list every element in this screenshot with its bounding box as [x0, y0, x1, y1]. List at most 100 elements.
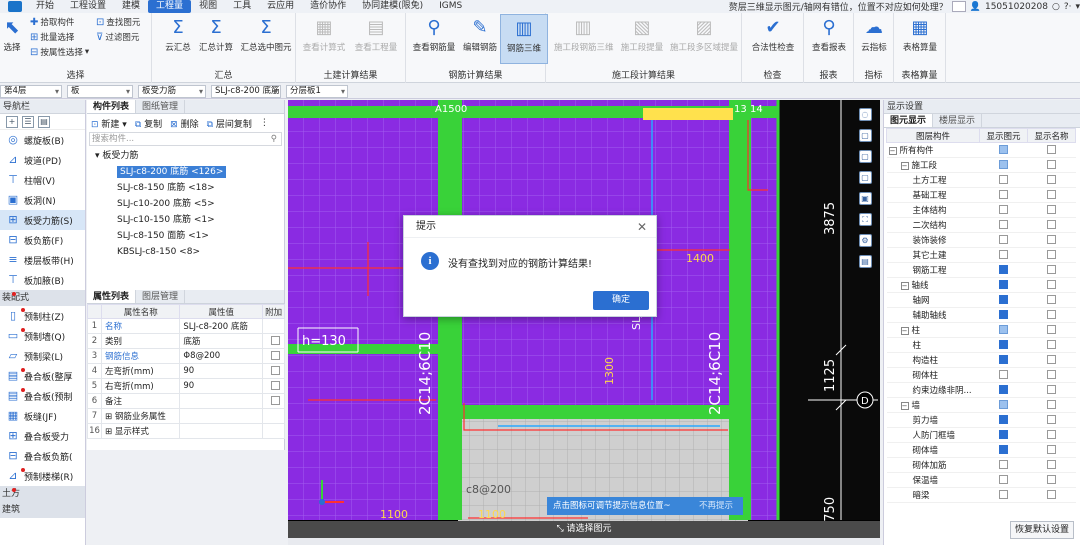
props-row-value[interactable]: 90 [179, 378, 264, 394]
nav-item[interactable]: ⊤ 板加腋(B) [0, 270, 85, 290]
summary-calc-button[interactable]: Σ 汇总计算 [192, 17, 240, 53]
tab-floor-display[interactable]: 楼层显示 [933, 114, 983, 127]
show-element-checkbox[interactable] [999, 310, 1008, 319]
help-question-text[interactable]: 赘层三维显示图元/轴网有错位，位置不对应如何处理？ [729, 0, 948, 13]
construction-rebar-3d-button[interactable]: ▥ 施工段钢筋三维 [554, 17, 614, 53]
cube-front-icon[interactable]: ▢ [858, 150, 872, 163]
show-name-checkbox[interactable] [1047, 475, 1056, 484]
tree-leaf[interactable]: SLJ-c8-150 底筋 <18> [87, 180, 284, 196]
layer-select[interactable]: 分层板1 [286, 85, 348, 98]
user-icon[interactable]: 👤 [970, 2, 981, 12]
extra-checkbox[interactable] [270, 366, 280, 375]
show-name-checkbox[interactable] [1047, 250, 1056, 259]
tree-leaf[interactable]: SLJ-c8-200 底筋 <126> [87, 164, 284, 180]
rotate-icon[interactable]: ◌ [858, 108, 872, 121]
rebar-3d-button[interactable]: ▥ 钢筋三维 [500, 14, 548, 64]
tab-drawing-manage[interactable]: 图纸管理 [136, 100, 186, 113]
drawing-canvas[interactable]: A1500 13 14 h=130 2C14;6C10 2C14;6C10 SL… [288, 100, 880, 545]
list-icon[interactable]: ☰ [22, 115, 34, 128]
validity-check-button[interactable]: ✔ 合法性检查 [746, 17, 800, 53]
nav-item[interactable]: ▱ 预制梁(L) [0, 346, 85, 366]
tip-bar[interactable]: 点击图标可调节提示信息位置~ 不再提示 [547, 497, 743, 515]
show-name-checkbox[interactable] [1047, 385, 1056, 394]
find-element-button[interactable]: ⊡ 查找图元 [96, 16, 140, 29]
cube-iso-icon[interactable]: ▣ [858, 192, 872, 205]
extra-checkbox[interactable] [270, 381, 280, 390]
show-element-checkbox[interactable] [999, 445, 1008, 454]
show-name-checkbox[interactable] [1047, 430, 1056, 439]
props-row-value[interactable] [179, 423, 264, 439]
show-element-checkbox[interactable] [999, 190, 1008, 199]
show-name-checkbox[interactable] [1047, 190, 1056, 199]
add-icon[interactable]: + [6, 115, 18, 128]
show-element-checkbox[interactable] [999, 175, 1008, 184]
show-element-checkbox[interactable] [999, 205, 1008, 214]
show-element-checkbox[interactable] [999, 430, 1008, 439]
detail-icon[interactable]: ▤ [38, 115, 50, 128]
show-name-checkbox[interactable] [1047, 220, 1056, 229]
show-name-checkbox[interactable] [1047, 160, 1056, 169]
select-button[interactable]: ⬉ 选择 [0, 17, 24, 53]
props-row-value[interactable] [179, 408, 264, 424]
props-row-value[interactable]: 90 [179, 363, 264, 379]
select-by-attr-button[interactable]: ⊟ 按属性选择 ▾ [30, 46, 89, 59]
extra-checkbox[interactable] [270, 396, 280, 405]
show-element-checkbox[interactable] [999, 325, 1008, 334]
props-row-value[interactable]: Φ8@200 [179, 348, 264, 364]
show-name-checkbox[interactable] [1047, 310, 1056, 319]
restore-default-button[interactable]: 恢复默认设置 [1010, 521, 1074, 539]
category-select[interactable]: 板受力筋 [138, 85, 206, 98]
show-name-checkbox[interactable] [1047, 325, 1056, 334]
show-name-checkbox[interactable] [1047, 460, 1056, 469]
nav-item[interactable]: ⊟ 板负筋(F) [0, 230, 85, 250]
minimize-icon[interactable]: ▾ [1075, 2, 1080, 12]
menu-quantity[interactable]: 工程量 [148, 0, 192, 13]
component-select[interactable]: SLJ-c8-200 底筋 [211, 85, 281, 98]
show-name-checkbox[interactable] [1047, 295, 1056, 304]
show-element-checkbox[interactable] [999, 490, 1008, 499]
show-element-checkbox[interactable] [999, 460, 1008, 469]
ok-button[interactable]: 确定 [593, 291, 649, 310]
props-row-value[interactable] [179, 393, 264, 409]
nav-item[interactable]: ⊿ 预制楼梯(R) [0, 466, 85, 486]
show-element-checkbox[interactable] [999, 145, 1008, 154]
show-name-checkbox[interactable] [1047, 340, 1056, 349]
nav-item[interactable]: ▤ 叠合板(整厚 [0, 366, 85, 386]
table-quantity-button[interactable]: ▦ 表格算量 [896, 17, 944, 53]
props-row-value[interactable]: SLJ-c8-200 底筋 [179, 318, 264, 334]
show-element-checkbox[interactable] [999, 235, 1008, 244]
nav-item[interactable]: ⊞ 板受力筋(S) [0, 210, 85, 230]
menu-igms[interactable]: IGMS [431, 0, 470, 13]
show-element-checkbox[interactable] [999, 385, 1008, 394]
show-name-checkbox[interactable] [1047, 175, 1056, 184]
tab-layer-manage[interactable]: 图层管理 [136, 290, 186, 303]
user-phone[interactable]: 15051020208 [985, 2, 1048, 12]
notes-icon[interactable]: ▤ [858, 255, 872, 268]
extra-checkbox[interactable] [270, 351, 280, 360]
more-icon[interactable]: ⋮ [260, 118, 269, 128]
show-element-checkbox[interactable] [999, 280, 1008, 289]
tree-leaf[interactable]: SLJ-c10-150 底筋 <1> [87, 212, 284, 228]
nav-item[interactable]: ▦ 板缝(JF) [0, 406, 85, 426]
nav-section-building[interactable]: 建筑 [0, 502, 85, 518]
show-name-checkbox[interactable] [1047, 415, 1056, 424]
summary-selected-button[interactable]: Σ 汇总选中图元 [238, 17, 294, 53]
menu-tools[interactable]: 工具 [225, 0, 259, 13]
copy-button[interactable]: ⧉ 复制 [135, 117, 162, 130]
nav-item[interactable]: ⊞ 叠合板受力 [0, 426, 85, 446]
cloud-index-button[interactable]: ☁ 云指标 [850, 17, 898, 53]
expand-icon[interactable]: − [900, 327, 909, 335]
show-element-checkbox[interactable] [999, 400, 1008, 409]
nav-item[interactable]: ▤ 叠合板(预制 [0, 386, 85, 406]
layer-copy-button[interactable]: ⧉ 层间复制 [207, 117, 252, 130]
menu-view[interactable]: 视图 [191, 0, 225, 13]
nav-item[interactable]: ◎ 螺旋板(B) [0, 130, 85, 150]
expand-icon[interactable]: − [900, 282, 909, 290]
fit-view-icon[interactable]: ⛶ [858, 213, 872, 226]
show-element-checkbox[interactable] [999, 475, 1008, 484]
menu-modeling[interactable]: 建模 [114, 0, 148, 13]
no-more-tip-link[interactable]: 不再提示 [699, 497, 733, 515]
plan-drawing[interactable]: A1500 13 14 h=130 2C14;6C10 2C14;6C10 SL… [288, 100, 880, 545]
tab-component-list[interactable]: 构件列表 [87, 100, 137, 113]
expand-icon[interactable]: − [888, 147, 897, 155]
